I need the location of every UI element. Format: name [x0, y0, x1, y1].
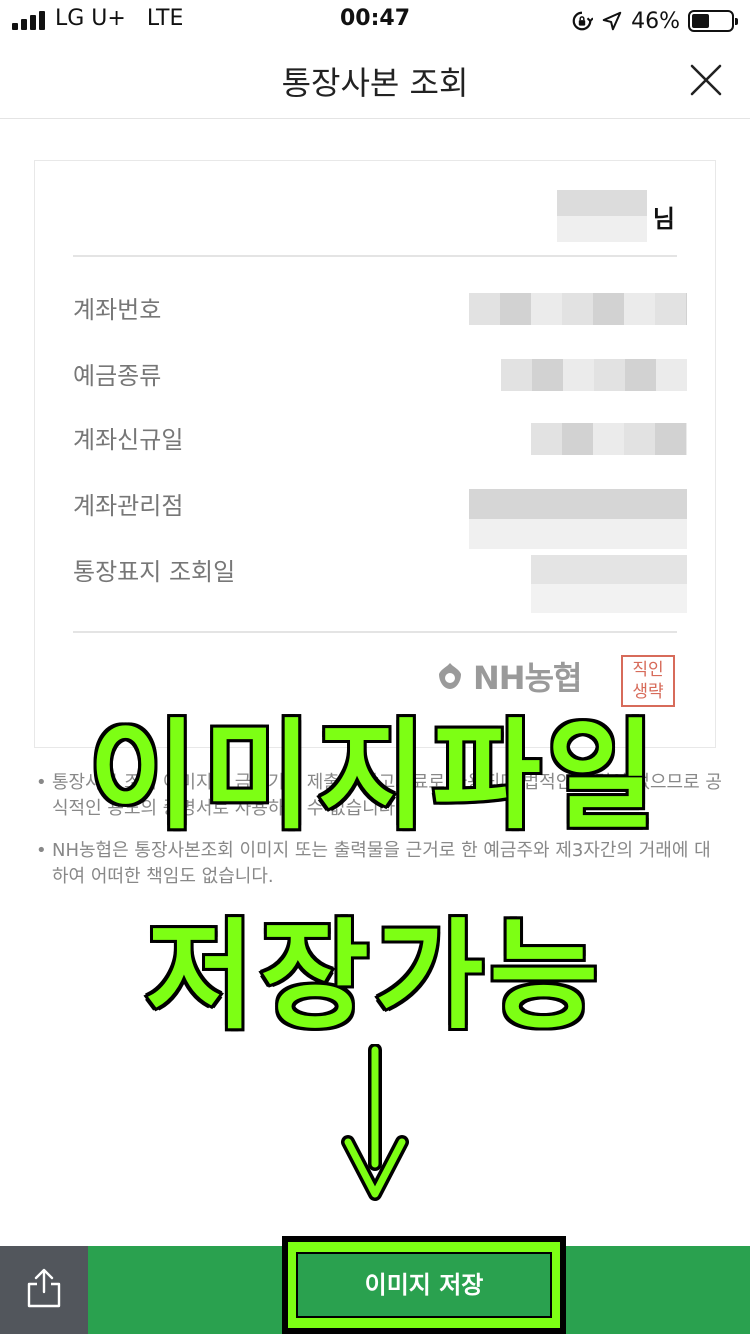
row-value-redacted — [501, 359, 687, 391]
status-bar: LG U+ LTE 00:47 46% — [0, 0, 750, 42]
status-right-group: 46% — [571, 6, 738, 36]
share-icon — [27, 1268, 61, 1308]
holder-name-redacted — [556, 190, 647, 242]
row-label: 계좌신규일 — [73, 426, 184, 454]
row-view-date: 통장표지 조회일 — [73, 555, 687, 613]
share-button[interactable] — [0, 1246, 88, 1334]
battery-icon — [688, 10, 738, 32]
page-title: 통장사본 조회 — [281, 64, 469, 102]
save-image-button[interactable]: 이미지 저장 — [296, 1252, 552, 1318]
row-label: 예금종류 — [73, 362, 162, 390]
overlay-caption-line1: 이미지파일 — [86, 704, 662, 848]
row-branch: 계좌관리점 — [73, 489, 687, 549]
divider — [73, 631, 677, 633]
location-arrow-icon — [602, 11, 622, 31]
row-account-number: 계좌번호 — [73, 293, 687, 327]
row-open-date: 계좌신규일 — [73, 423, 687, 457]
header: 통장사본 조회 — [0, 42, 750, 119]
passbook-card: 님 계좌번호 예금종류 계좌신규일 계좌관리점 통장표지 조회일 NH농협 직인… — [34, 160, 716, 748]
battery-percent: 46% — [631, 8, 680, 34]
divider — [73, 255, 677, 257]
overlay-caption-line2: 저장가능 — [143, 904, 605, 1048]
rotation-lock-icon — [572, 11, 594, 31]
row-value-redacted — [531, 423, 687, 455]
row-deposit-type: 예금종류 — [73, 359, 687, 393]
close-icon[interactable] — [686, 60, 726, 100]
honorific-label: 님 — [652, 204, 675, 233]
row-label: 계좌번호 — [73, 296, 162, 324]
row-value-redacted — [531, 555, 687, 613]
row-value-redacted — [469, 489, 687, 549]
account-holder: 님 — [556, 189, 675, 243]
row-label: 통장표지 조회일 — [73, 558, 236, 586]
row-value-redacted — [469, 293, 687, 325]
battery-fill — [692, 14, 710, 28]
row-label: 계좌관리점 — [73, 492, 184, 520]
down-arrow-icon — [341, 1044, 409, 1201]
